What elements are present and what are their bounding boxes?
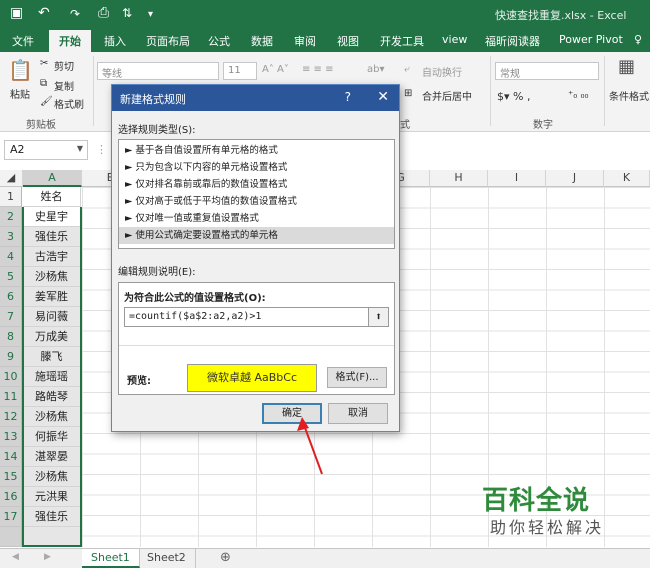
watermark-subtitle: 助你轻松解决 xyxy=(490,518,605,537)
watermark-title: 百科全说 xyxy=(482,486,591,516)
